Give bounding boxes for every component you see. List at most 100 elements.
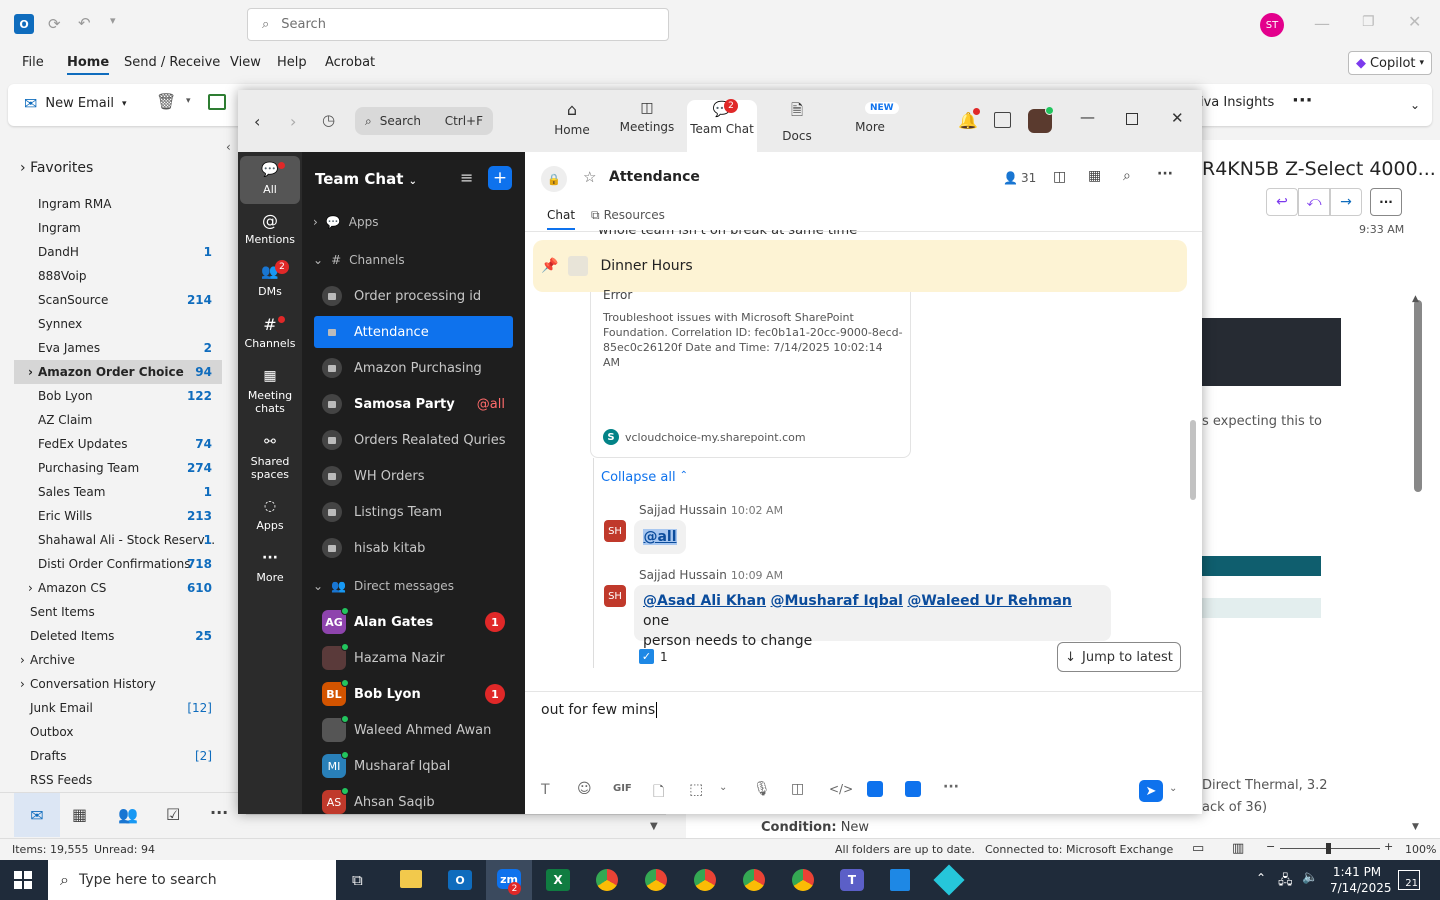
- people-icon[interactable]: 👥: [118, 805, 138, 824]
- menu-acrobat[interactable]: Acrobat: [325, 55, 375, 70]
- zoom-taskbar-button[interactable]: zm 2: [486, 860, 532, 900]
- quick-access-icon[interactable]: ▾: [110, 14, 116, 27]
- avatar[interactable]: SH: [604, 520, 626, 542]
- format-text-icon[interactable]: T: [541, 782, 550, 798]
- message-bubble[interactable]: @Asad Ali Khan @Musharaf Iqbal @Waleed U…: [634, 585, 1111, 649]
- notification-center-icon[interactable]: 21: [1398, 870, 1420, 890]
- channel-item[interactable]: hisab kitab: [314, 532, 513, 564]
- tab-more[interactable]: ··More NEW: [835, 100, 905, 152]
- channel-item[interactable]: Listings Team: [314, 496, 513, 528]
- rail-dms[interactable]: 👥 DMs 2: [240, 260, 300, 298]
- folder-item[interactable]: Sales Team 1: [14, 480, 222, 504]
- ribbon-collapse-icon[interactable]: ⌄: [1410, 98, 1420, 112]
- copilot-button[interactable]: ◆ Copilot ▾: [1348, 51, 1432, 75]
- rail-more[interactable]: ··· More: [240, 551, 300, 584]
- channel-item[interactable]: Amazon Purchasing: [314, 352, 513, 384]
- menu-send-receive[interactable]: Send / Receive: [124, 55, 220, 70]
- sync-icon[interactable]: ⟳: [48, 15, 61, 33]
- chrome-icon[interactable]: [694, 869, 716, 891]
- more-actions-icon[interactable]: ···: [1370, 188, 1402, 216]
- folder-item[interactable]: RSS Feeds: [14, 768, 222, 792]
- profile-avatar[interactable]: ST: [1260, 13, 1284, 37]
- outlook-taskbar-icon[interactable]: O: [448, 870, 472, 890]
- folder-item[interactable]: Synnex: [14, 312, 222, 336]
- avatar[interactable]: SH: [604, 585, 626, 607]
- new-email-button[interactable]: ✉ New Email ▾: [24, 94, 127, 113]
- channels-section[interactable]: ⌄ # Channels: [313, 253, 405, 267]
- screenshot-icon[interactable]: ⬚: [689, 780, 703, 798]
- calendar-icon[interactable]: ▦: [1088, 168, 1101, 184]
- pinned-message[interactable]: 📌 Dinner Hours: [533, 240, 1187, 292]
- tab-meetings[interactable]: ◫ Meetings: [612, 100, 682, 152]
- undo-icon[interactable]: ↶: [78, 14, 91, 32]
- folder-item[interactable]: Ingram: [14, 216, 222, 240]
- menu-home[interactable]: Home: [67, 55, 110, 75]
- calculator-icon[interactable]: [890, 869, 910, 891]
- tasks-icon[interactable]: ☑: [166, 805, 180, 824]
- folder-item[interactable]: Sent Items: [14, 600, 222, 624]
- folder-item[interactable]: Ingram RMA: [14, 192, 222, 216]
- taskbar-clock[interactable]: 1:41 PM 7/14/2025: [1330, 864, 1392, 896]
- folder-item[interactable]: › Amazon CS 610: [14, 576, 222, 600]
- viva-insights-button[interactable]: iva Insights: [1200, 95, 1274, 110]
- mention[interactable]: @Asad Ali Khan: [643, 593, 766, 609]
- file-icon[interactable]: 🗋: [653, 781, 664, 805]
- task-view-icon[interactable]: ⧉: [352, 871, 363, 889]
- menu-file[interactable]: File: [22, 55, 44, 70]
- direct-messages-section[interactable]: ⌄ 👥 Direct messages: [313, 579, 454, 593]
- dm-item[interactable]: AS Ahsan Saqib: [314, 786, 513, 818]
- reply-all-icon[interactable]: ⤺: [1298, 188, 1330, 216]
- maximize-icon[interactable]: [1126, 113, 1138, 125]
- channel-item[interactable]: Orders Realated Quries: [314, 424, 513, 456]
- folder-item[interactable]: › Archive: [14, 648, 222, 672]
- code-icon[interactable]: </>: [829, 782, 853, 796]
- menu-help[interactable]: Help: [277, 55, 307, 70]
- forward-icon[interactable]: →: [1330, 188, 1362, 216]
- chat-scrollbar[interactable]: [1189, 232, 1197, 688]
- excel-icon[interactable]: X: [546, 869, 570, 891]
- tray-chevron-icon[interactable]: ⌃: [1256, 871, 1266, 885]
- folder-item[interactable]: Purchasing Team 274: [14, 456, 222, 480]
- more-icon[interactable]: ···: [1157, 166, 1173, 182]
- rail-apps[interactable]: ◌ Apps: [240, 499, 300, 532]
- more-apps-icon[interactable]: ···: [210, 803, 228, 822]
- tab-docs[interactable]: 🗎 Docs: [762, 100, 832, 152]
- zoom-search-input[interactable]: ⌕ Search Ctrl+F: [355, 107, 493, 135]
- mail-icon[interactable]: ✉: [14, 793, 60, 837]
- rail-shared-spaces[interactable]: ⚯ Shared spaces: [240, 435, 300, 481]
- dm-item[interactable]: MI Musharaf Iqbal: [314, 750, 513, 782]
- scrollbar-thumb[interactable]: [1190, 420, 1196, 500]
- chrome-icon[interactable]: [596, 869, 618, 891]
- folder-item[interactable]: Eva James 2: [14, 336, 222, 360]
- app-icon[interactable]: [933, 864, 965, 896]
- gift-icon[interactable]: [994, 112, 1011, 128]
- folder-item[interactable]: › Amazon Order Choice 94: [14, 360, 222, 384]
- folder-item[interactable]: Shahawal Ali - Stock Reserv... 1: [14, 528, 222, 552]
- close-icon[interactable]: ✕: [1408, 12, 1421, 31]
- folder-item[interactable]: › Conversation History: [14, 672, 222, 696]
- scroll-up-icon[interactable]: ▲: [1412, 294, 1419, 304]
- delete-icon[interactable]: 🗑: [156, 92, 176, 111]
- tab-home[interactable]: ⌂ Home: [537, 100, 607, 152]
- reply-icon[interactable]: ↩: [1266, 188, 1298, 216]
- file-explorer-icon[interactable]: [400, 870, 422, 888]
- reading-view-icon[interactable]: ▥: [1232, 841, 1244, 856]
- collapse-all-button[interactable]: Collapse all ⌃: [601, 470, 688, 485]
- more-icon[interactable]: ···: [943, 779, 959, 795]
- channel-item[interactable]: Order processing id: [314, 280, 513, 312]
- reaction-chip[interactable]: ✓ 1: [639, 649, 668, 664]
- link-preview-source[interactable]: S vcloudchoice-my.sharepoint.com: [603, 429, 806, 445]
- filter-icon[interactable]: ≡: [460, 168, 473, 187]
- normal-view-icon[interactable]: ▭: [1192, 841, 1204, 856]
- chevron-down-icon[interactable]: ▾: [186, 96, 191, 106]
- microphone-icon[interactable]: 🎙: [753, 781, 771, 797]
- subtab-resources[interactable]: ⧉ Resources: [591, 208, 665, 223]
- windows-start-icon[interactable]: [14, 871, 32, 889]
- folder-item[interactable]: Eric Wills 213: [14, 504, 222, 528]
- calendar-icon[interactable]: ▦: [72, 805, 87, 824]
- chrome-icon[interactable]: [743, 869, 765, 891]
- forward-icon[interactable]: ›: [290, 112, 296, 131]
- network-icon[interactable]: 🖧: [1278, 871, 1293, 893]
- more-icon[interactable]: ···: [1292, 90, 1313, 111]
- mention[interactable]: @Waleed Ur Rehman: [907, 593, 1071, 609]
